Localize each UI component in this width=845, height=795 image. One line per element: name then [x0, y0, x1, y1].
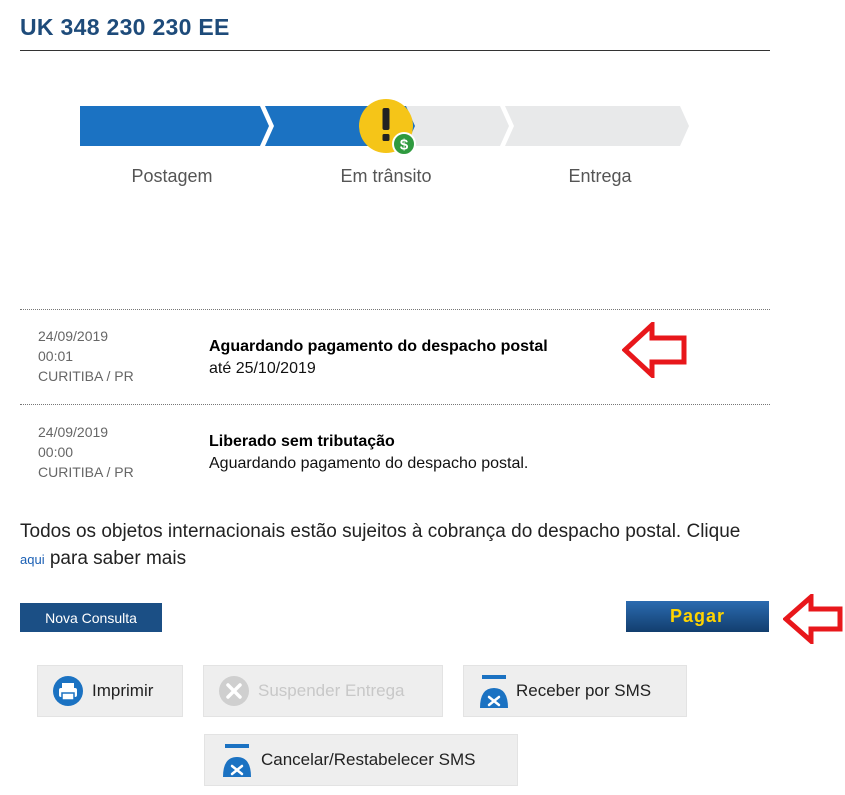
event-separator: [20, 404, 770, 405]
red-arrow-annotation: [622, 322, 687, 378]
imprimir-label: Imprimir: [92, 681, 154, 700]
progress-step-transit-remaining: [406, 106, 509, 146]
event-1-location: CURITIBA / PR: [38, 368, 134, 384]
receber-sms-button[interactable]: Receber por SMS: [463, 665, 687, 717]
event-1-detail: até 25/10/2019: [209, 360, 316, 377]
progress-step-entrega: [505, 106, 689, 146]
title-divider: [20, 50, 770, 51]
nova-consulta-button[interactable]: Nova Consulta: [20, 603, 162, 632]
suspender-entrega-button[interactable]: Suspender Entrega: [203, 665, 443, 717]
event-2-datetime: 24/09/2019 00:00 CURITIBA / PR: [38, 422, 134, 482]
event-separator: [20, 309, 770, 310]
step-label-entrega: Entrega: [568, 166, 632, 186]
step-label-em-transito: Em trânsito: [340, 166, 432, 186]
event-1-time: 00:01: [38, 348, 74, 364]
event-2-title: Liberado sem tributação: [209, 433, 395, 450]
exclamation-dollar-icon: $: [359, 99, 416, 156]
printer-icon: [52, 675, 84, 707]
tracking-code-title: UK 348 230 230 EE: [20, 14, 230, 40]
note-text-before: Todos os objetos internacionais estão su…: [20, 521, 741, 542]
event-1-datetime: 24/09/2019 00:01 CURITIBA / PR: [38, 326, 134, 386]
event-1-title: Aguardando pagamento do despacho postal: [209, 338, 548, 355]
sms-notification-icon: [221, 744, 253, 777]
event-1-date: 24/09/2019: [38, 328, 109, 344]
red-arrow-annotation: [783, 594, 843, 644]
step-label-postagem: Postagem: [131, 166, 213, 186]
event-2-detail: Aguardando pagamento do despacho postal.: [209, 455, 529, 472]
cancelar-sms-button[interactable]: Cancelar/Restabelecer SMS: [204, 734, 518, 786]
pagar-button[interactable]: Pagar: [626, 601, 769, 632]
event-2-location: CURITIBA / PR: [38, 464, 134, 480]
cancel-circle-icon: [218, 675, 250, 707]
cancelar-sms-label: Cancelar/Restabelecer SMS: [261, 750, 476, 769]
receber-sms-label: Receber por SMS: [516, 681, 652, 700]
progress-step-postagem: [80, 106, 269, 146]
event-2-time: 00:00: [38, 444, 74, 460]
customs-fee-note: Todos os objetos internacionais estão su…: [20, 518, 760, 573]
svg-text:$: $: [400, 137, 409, 154]
suspender-entrega-label: Suspender Entrega: [258, 681, 405, 700]
saiba-mais-link[interactable]: aqui: [20, 552, 45, 567]
imprimir-button[interactable]: Imprimir: [37, 665, 183, 717]
sms-notification-icon: [478, 675, 510, 708]
note-text-after: para saber mais: [44, 548, 187, 569]
event-2-date: 24/09/2019: [38, 424, 109, 440]
